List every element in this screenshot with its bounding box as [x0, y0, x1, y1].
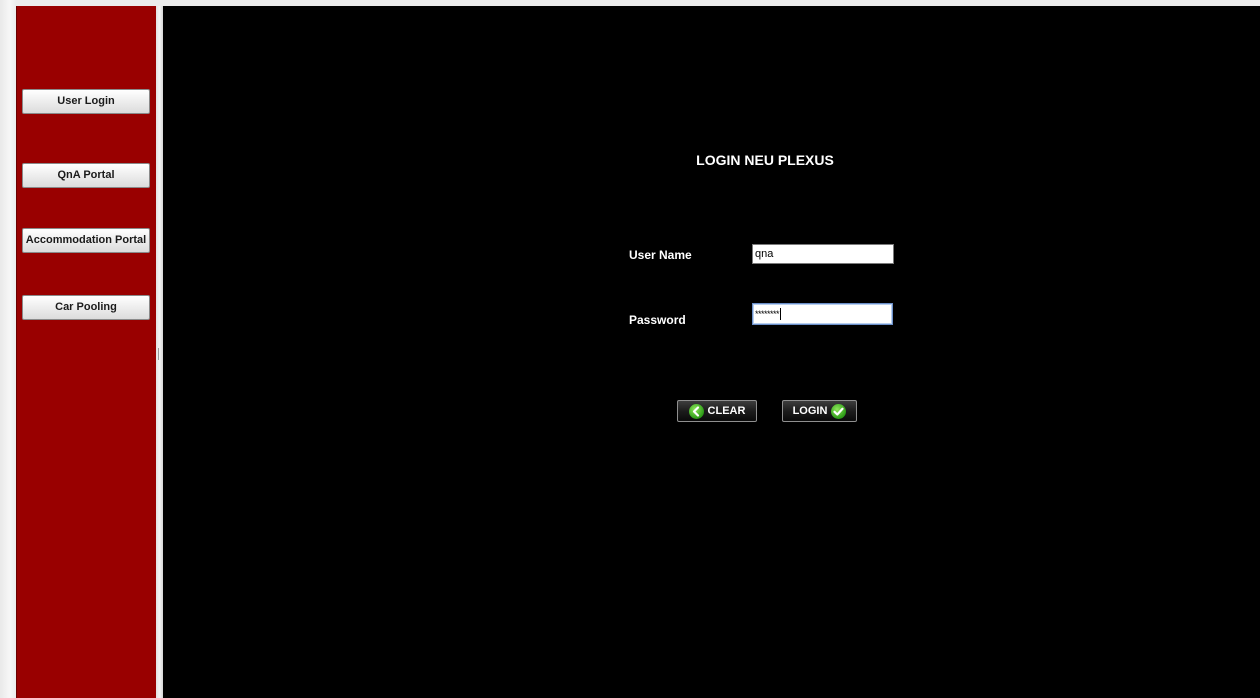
username-value: qna — [755, 248, 774, 260]
login-label: LOGIN — [792, 405, 828, 417]
checkmark-icon — [831, 403, 847, 419]
car-pooling-button[interactable]: Car Pooling — [22, 295, 150, 320]
password-label: Password — [629, 313, 686, 327]
back-arrow-icon — [688, 403, 704, 419]
text-caret — [780, 308, 782, 321]
password-field[interactable]: ******** — [752, 303, 893, 325]
app-window: User Login QnA Portal Accommodation Port… — [16, 6, 1260, 698]
divider-grip-icon — [158, 348, 161, 360]
clear-button[interactable]: CLEAR — [677, 400, 757, 422]
sidebar: User Login QnA Portal Accommodation Port… — [16, 6, 156, 698]
login-panel: LOGIN NEU PLEXUS User Name qna Password … — [163, 6, 1260, 698]
split-pane-divider[interactable] — [156, 6, 163, 698]
qna-portal-button[interactable]: QnA Portal — [22, 163, 150, 188]
clear-label: CLEAR — [707, 405, 746, 417]
password-value: ******** — [755, 309, 780, 319]
login-button[interactable]: LOGIN — [782, 400, 857, 422]
username-field[interactable]: qna — [752, 244, 894, 264]
user-login-button[interactable]: User Login — [22, 89, 150, 114]
accommodation-portal-button[interactable]: Accommodation Portal — [22, 228, 150, 253]
page-title: LOGIN NEU PLEXUS — [696, 152, 834, 168]
username-label: User Name — [629, 248, 692, 262]
